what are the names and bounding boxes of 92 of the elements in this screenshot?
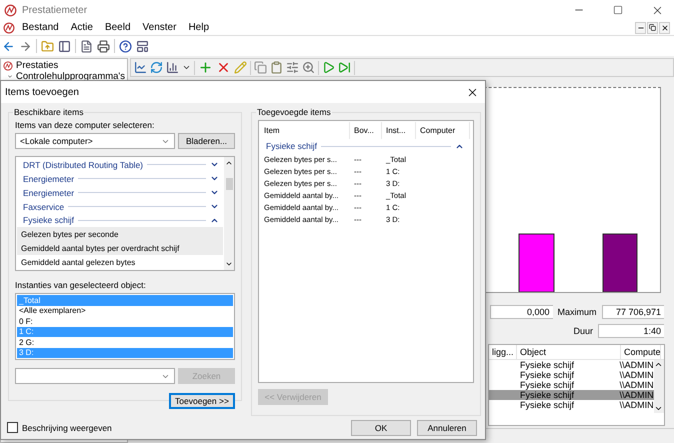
browse-button[interactable]: Bladeren... xyxy=(178,133,235,149)
close-icon xyxy=(660,24,668,32)
group-title: Toegevoegde items xyxy=(256,107,332,117)
category-header[interactable]: Energiemeter xyxy=(17,172,223,186)
back-icon[interactable] xyxy=(2,40,15,52)
computer-dropdown[interactable]: <Lokale computer> xyxy=(15,133,175,149)
group-header[interactable]: Fysieke schijf xyxy=(260,139,472,153)
zoom-icon[interactable] xyxy=(302,61,315,74)
add-button[interactable]: Toevoegen >> xyxy=(169,393,235,409)
scrollbar[interactable] xyxy=(654,360,664,413)
scroll-up-icon[interactable] xyxy=(225,159,233,167)
table-cell-text: Fysieke schijf xyxy=(518,390,575,400)
scrollbar[interactable] xyxy=(224,157,234,270)
table-row[interactable]: Fysieke schijf \\ADMIN xyxy=(489,390,654,400)
table-row[interactable]: Fysieke schijf \\ADMIN xyxy=(489,370,654,380)
close-button[interactable] xyxy=(659,22,670,34)
restore-icon xyxy=(649,24,656,31)
play-icon[interactable] xyxy=(322,61,335,74)
field-label: Instanties van geselecteerd object: xyxy=(15,280,147,290)
category-header[interactable]: Energiemeter xyxy=(17,186,223,200)
forward-icon[interactable] xyxy=(19,40,32,52)
menu-item[interactable]: Actie xyxy=(66,22,98,33)
group-title: Beschikbare items xyxy=(13,107,84,117)
category-header[interactable]: Fysieke schijf xyxy=(17,214,223,228)
table-cell-text: \\ADMIN xyxy=(618,370,654,380)
menu-item[interactable]: Bestand xyxy=(17,22,64,33)
step-icon[interactable] xyxy=(338,61,351,74)
list-item[interactable]: Gemiddeld aantal bytes per overdracht schijf xyxy=(17,241,223,256)
column-header[interactable]: ligg... xyxy=(489,345,517,359)
table-cell-text: \\ADMIN xyxy=(618,360,654,370)
maximize-icon xyxy=(613,5,623,15)
list-item[interactable]: Gemiddeld aantal gelezen bytes xyxy=(17,255,223,269)
value-field: 1:40 xyxy=(598,324,664,338)
table-cell-text: \\ADMIN xyxy=(618,400,654,410)
column-header[interactable]: Object xyxy=(517,345,621,359)
properties-icon[interactable] xyxy=(286,61,299,74)
dialog-button[interactable]: OK xyxy=(351,420,411,436)
menu-item[interactable]: Help xyxy=(183,22,214,33)
table-row[interactable]: Fysieke schijf \\ADMIN xyxy=(489,400,654,410)
printer-icon[interactable] xyxy=(97,40,110,52)
column-header[interactable]: Inst... xyxy=(382,122,416,139)
dialog-title: Items toevoegen xyxy=(5,86,80,98)
dropdown-icon[interactable] xyxy=(182,63,191,72)
chart-type-icon[interactable] xyxy=(166,61,179,74)
checkbox[interactable] xyxy=(7,422,18,433)
table-cell-text: Fysieke schijf xyxy=(518,400,575,410)
checkbox-label: Beschrijving weergeven xyxy=(22,422,112,432)
clipboard-icon[interactable] xyxy=(270,61,283,74)
category-header[interactable]: Faxservice xyxy=(17,200,223,214)
app-icon xyxy=(4,4,17,16)
scrollbar-thumb[interactable] xyxy=(226,178,232,190)
table-cell-text: Fysieke schijf xyxy=(518,380,575,390)
scroll-down-icon[interactable] xyxy=(654,404,663,413)
list-item[interactable]: 2 G: xyxy=(17,337,233,348)
tree-item[interactable]: Prestaties xyxy=(3,60,125,71)
column-header[interactable]: Compute xyxy=(621,345,661,359)
menu-item[interactable]: Venster xyxy=(138,22,182,33)
refresh-icon[interactable] xyxy=(150,61,163,74)
table-cell-text: Fysieke schijf xyxy=(518,360,575,370)
column-header[interactable]: Bov... xyxy=(350,122,382,139)
minimize-button[interactable] xyxy=(635,22,646,34)
add-icon[interactable] xyxy=(198,60,213,75)
table-row[interactable]: Fysieke schijf \\ADMIN xyxy=(489,380,654,390)
value-field: 77 706,971 xyxy=(602,305,664,319)
stat-label: Maximum xyxy=(558,307,597,317)
column-header[interactable]: Item xyxy=(260,122,350,139)
table-cell-text: Fysieke schijf xyxy=(518,370,575,380)
layout-icon[interactable] xyxy=(136,40,149,52)
scroll-down-icon[interactable] xyxy=(225,260,233,268)
table-cell-text: \\ADMIN xyxy=(618,380,654,390)
restore-button[interactable] xyxy=(647,22,658,34)
panel-icon[interactable] xyxy=(58,40,71,52)
menu-item[interactable]: Beeld xyxy=(100,22,136,33)
category-header[interactable]: DRT (Distributed Routing Table) xyxy=(17,158,223,172)
window-title: Prestatiemeter xyxy=(22,4,88,16)
list-item[interactable]: 0 F: xyxy=(17,316,233,326)
column-header[interactable]: Computer xyxy=(416,122,470,139)
chart-icon[interactable] xyxy=(134,61,147,74)
list-item[interactable]: Gelezen bytes per seconde xyxy=(17,227,223,242)
scroll-up-icon[interactable] xyxy=(654,360,663,369)
help-icon[interactable] xyxy=(119,40,132,52)
tree-item[interactable]: Controlehulpprogramma's xyxy=(3,71,125,82)
delete-icon[interactable] xyxy=(216,60,231,75)
value-field: 0,000 xyxy=(490,305,552,319)
document-icon[interactable] xyxy=(80,40,93,52)
app-icon xyxy=(3,60,13,70)
dialog-button[interactable]: Annuleren xyxy=(417,420,477,436)
field-label: Items van deze computer selecteren: xyxy=(15,120,156,130)
stat-label: Duur xyxy=(573,326,593,336)
list-item[interactable]: <Alle exemplaren> xyxy=(17,306,233,316)
table-cell-text: \\ADMIN xyxy=(618,390,654,400)
table-row[interactable]: Fysieke schijf \\ADMIN xyxy=(489,360,654,370)
